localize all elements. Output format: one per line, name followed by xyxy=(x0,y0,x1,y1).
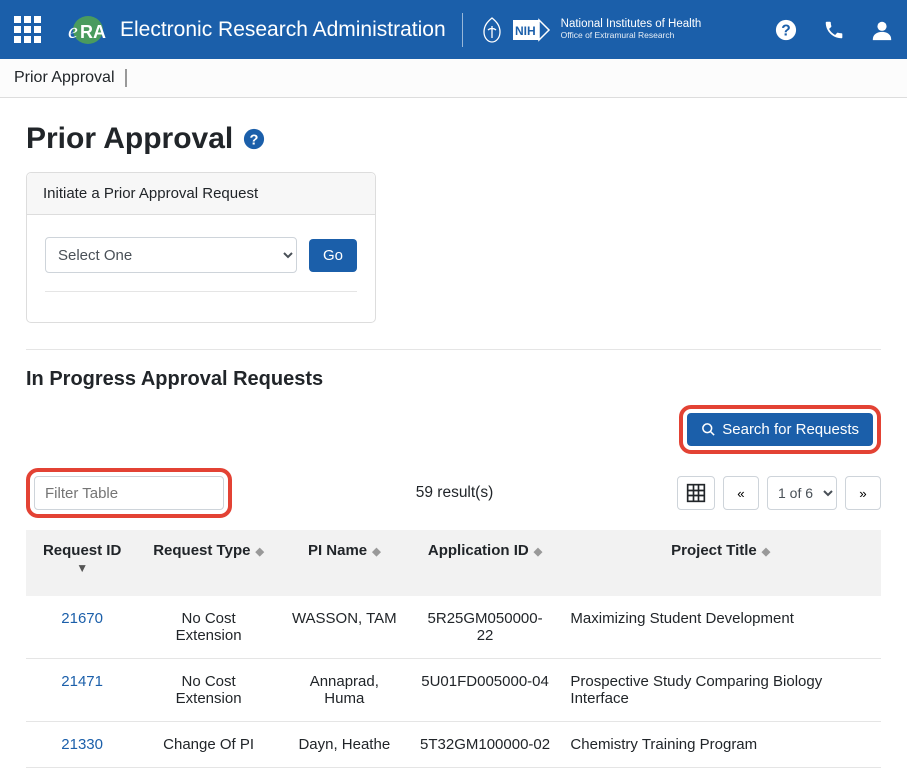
sort-icon: ◆ xyxy=(369,546,381,558)
table-row: 21330 Change Of PIDayn, Heathe5T32GM10000… xyxy=(26,722,881,768)
cell-project-title: Chemistry Training Program xyxy=(560,722,881,768)
user-icon[interactable] xyxy=(871,19,893,41)
app-title: Electronic Research Administration xyxy=(120,18,446,42)
cell-project-title: Prospective Study Comparing Biology Inte… xyxy=(560,659,881,722)
page-select[interactable]: 1 of 6 xyxy=(767,476,837,510)
breadcrumb: Prior Approval xyxy=(0,59,907,98)
request-type-select[interactable]: Select One xyxy=(45,237,297,273)
sort-icon: ◆ xyxy=(531,546,543,558)
search-icon xyxy=(701,422,716,437)
col-request-id[interactable]: Request ID ▼ xyxy=(26,530,138,596)
help-icon[interactable]: ? xyxy=(775,19,797,41)
initiate-card: Initiate a Prior Approval Request Select… xyxy=(26,172,376,323)
go-button[interactable]: Go xyxy=(309,239,357,272)
cell-pi-name: Annaprad, Huma xyxy=(279,659,410,722)
cell-application-id: 5T32GM100000-02 xyxy=(410,722,561,768)
col-application-id[interactable]: Application ID ◆ xyxy=(410,530,561,596)
request-id-link[interactable]: 21670 xyxy=(61,610,103,627)
svg-text:?: ? xyxy=(781,22,791,39)
sort-desc-icon: ▼ xyxy=(76,561,88,575)
cell-pi-name: Dayn, Heathe xyxy=(279,722,410,768)
sort-icon: ◆ xyxy=(759,546,771,558)
requests-table: Request ID ▼ Request Type ◆ PI Name ◆ Ap… xyxy=(26,530,881,768)
cell-request-type: No Cost Extension xyxy=(138,659,279,722)
col-pi-name[interactable]: PI Name ◆ xyxy=(279,530,410,596)
search-highlight: Search for Requests xyxy=(679,405,881,454)
nih-subtitle: Office of Extramural Research xyxy=(561,31,702,41)
page-title: Prior Approval ? xyxy=(26,122,881,156)
svg-text:?: ? xyxy=(250,133,259,149)
cell-request-type: No Cost Extension xyxy=(138,596,279,659)
cell-request-id: 21670 xyxy=(26,596,138,659)
divider xyxy=(462,13,463,47)
filter-table-input[interactable] xyxy=(34,476,224,510)
cell-application-id: 5U01FD005000-04 xyxy=(410,659,561,722)
in-progress-heading: In Progress Approval Requests xyxy=(26,368,881,391)
table-row: 21471 No Cost ExtensionAnnaprad, Huma5U01… xyxy=(26,659,881,722)
request-id-link[interactable]: 21330 xyxy=(61,736,103,753)
cell-project-title: Maximizing Student Development xyxy=(560,596,881,659)
svg-text:RA: RA xyxy=(80,22,106,42)
next-page-button[interactable]: » xyxy=(845,476,881,510)
col-project-title[interactable]: Project Title ◆ xyxy=(560,530,881,596)
era-logo: e RA xyxy=(64,10,108,50)
divider xyxy=(45,291,357,292)
results-count: 59 result(s) xyxy=(244,484,665,502)
grid-view-button[interactable] xyxy=(677,476,715,510)
hhs-icon xyxy=(479,16,505,44)
table-row: 21670 No Cost ExtensionWASSON, TAM5R25GM0… xyxy=(26,596,881,659)
svg-text:NIH: NIH xyxy=(515,24,536,38)
sort-icon: ◆ xyxy=(252,546,264,558)
nih-icon: NIH xyxy=(513,17,553,43)
request-id-link[interactable]: 21471 xyxy=(61,673,103,690)
cell-request-id: 21330 xyxy=(26,722,138,768)
apps-grid-icon[interactable] xyxy=(14,14,46,46)
col-request-type[interactable]: Request Type ◆ xyxy=(138,530,279,596)
prev-page-button[interactable]: « xyxy=(723,476,759,510)
breadcrumb-item: Prior Approval xyxy=(14,69,127,87)
phone-icon[interactable] xyxy=(823,19,845,41)
section-divider xyxy=(26,349,881,350)
cell-application-id: 5R25GM050000-22 xyxy=(410,596,561,659)
top-navbar: e RA Electronic Research Administration … xyxy=(0,0,907,59)
help-circle-icon[interactable]: ? xyxy=(243,128,265,150)
initiate-card-header: Initiate a Prior Approval Request xyxy=(27,173,375,215)
svg-text:e: e xyxy=(68,18,78,43)
filter-highlight xyxy=(26,468,232,518)
nih-logo-group: NIH National Institutes of Health Office… xyxy=(479,16,702,44)
cell-request-type: Change Of PI xyxy=(138,722,279,768)
search-for-requests-button[interactable]: Search for Requests xyxy=(687,413,873,446)
cell-request-id: 21471 xyxy=(26,659,138,722)
pager: « 1 of 6 » xyxy=(677,476,881,510)
cell-pi-name: WASSON, TAM xyxy=(279,596,410,659)
